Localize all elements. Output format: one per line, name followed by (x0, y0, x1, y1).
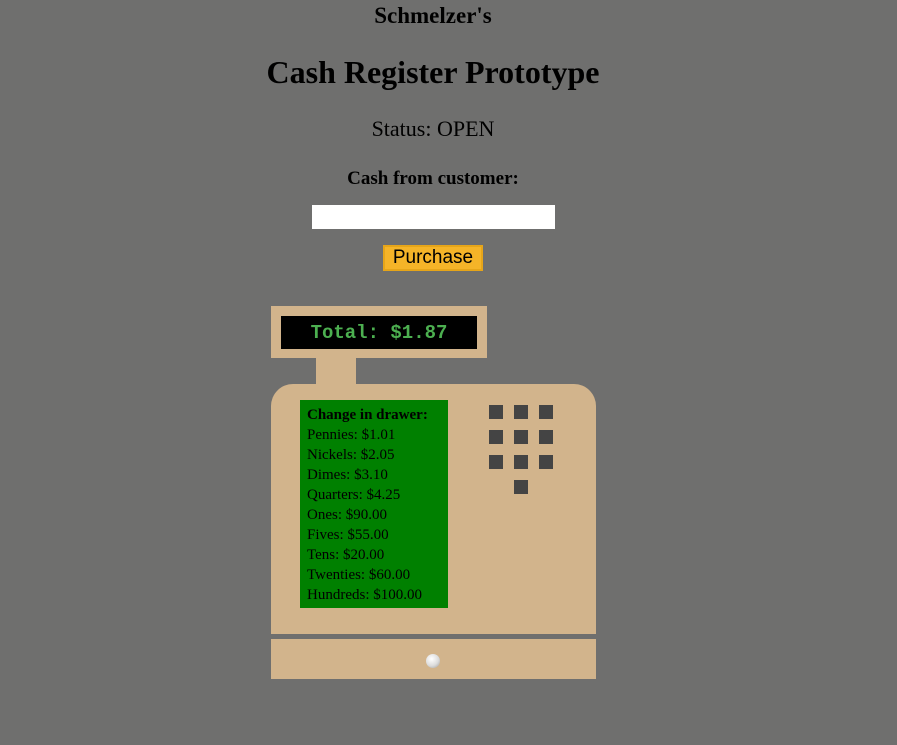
keypad-key (514, 455, 528, 469)
keypad-key (539, 455, 553, 469)
register-display: Total: $1.87 (271, 306, 487, 358)
purchase-button[interactable]: Purchase (383, 245, 483, 271)
page: Schmelzer's Cash Register Prototype Stat… (0, 0, 897, 745)
keypad-key (514, 480, 528, 494)
drawer-item-pennies: Pennies: $1.01 (307, 427, 396, 443)
drawer-item-tens: Tens: $20.00 (307, 547, 385, 563)
cash-label: Cash from customer: (347, 168, 519, 189)
page-title: Cash Register Prototype (266, 54, 600, 90)
drawer-title: Change in drawer: (307, 407, 428, 423)
register-status: Status: OPEN (371, 116, 495, 141)
drawer-item-ones: Ones: $90.00 (307, 507, 387, 523)
register-body: Change in drawer: Pennies: $1.01 Nickels… (271, 384, 596, 634)
drawer-item-dimes: Dimes: $3.10 (307, 467, 388, 483)
drawer-item-quarters: Quarters: $4.25 (307, 487, 401, 503)
display-stand (316, 358, 356, 386)
drawer-item-hundreds: Hundreds: $100.00 (307, 587, 422, 603)
keypad-key (489, 405, 503, 419)
keypad-key (514, 405, 528, 419)
drawer-knob-icon (426, 654, 440, 668)
keypad-key (489, 430, 503, 444)
drawer-item-fives: Fives: $55.00 (307, 527, 389, 543)
store-name: Schmelzer's (374, 3, 492, 28)
change-in-drawer-panel: Change in drawer: Pennies: $1.01 Nickels… (300, 400, 448, 608)
cash-drawer (271, 639, 596, 679)
keypad-key (539, 430, 553, 444)
total-display: Total: $1.87 (281, 316, 477, 349)
keypad-key (489, 455, 503, 469)
keypad (489, 405, 555, 497)
drawer-item-twenties: Twenties: $60.00 (307, 567, 411, 583)
keypad-key (539, 405, 553, 419)
keypad-key (514, 430, 528, 444)
drawer-item-nickels: Nickels: $2.05 (307, 447, 395, 463)
cash-input[interactable] (312, 205, 555, 229)
